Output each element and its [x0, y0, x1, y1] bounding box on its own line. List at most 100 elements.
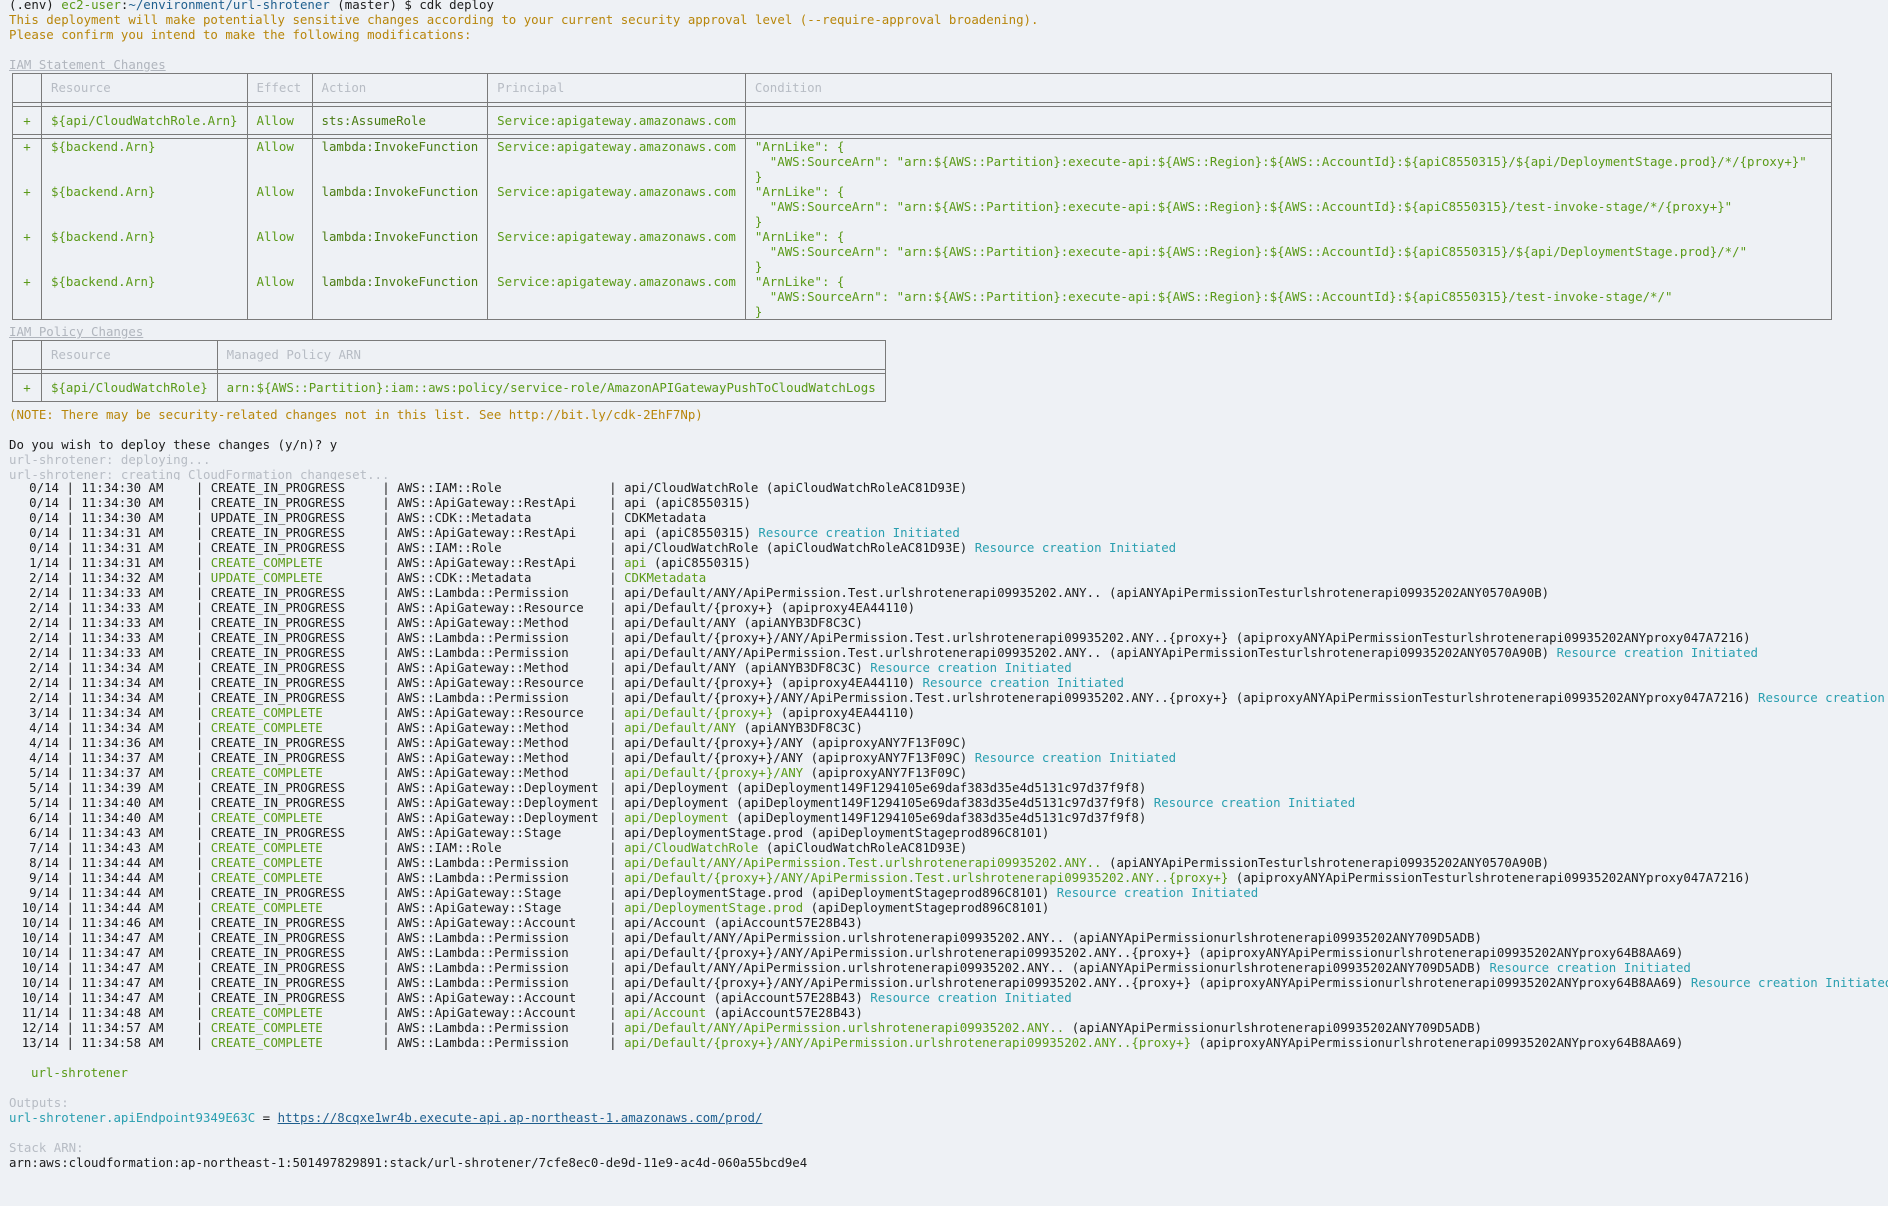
event-time: 11:34:47 AM — [81, 975, 164, 990]
column-separator: | — [59, 870, 82, 885]
column-separator: | — [188, 945, 211, 960]
physical-id: (apiAccount57E28B43) — [706, 915, 863, 930]
status-reason: Resource creation Initiated — [862, 660, 1072, 675]
logical-id: api/Default/{proxy+}/ANY/ApiPermission.u… — [624, 945, 1192, 960]
column-separator: | — [374, 930, 398, 945]
status-reason: Resource creation Initiated — [967, 750, 1177, 765]
api-endpoint-link[interactable]: https://8cqxe1wr4b.execute-api.ap-northe… — [278, 1110, 763, 1125]
column-separator: | — [188, 585, 211, 600]
event-status: CREATE_IN_PROGRESS — [210, 480, 346, 495]
progress-count: 2/14 — [29, 585, 59, 600]
logical-id: api/DeploymentStage.prod — [624, 885, 804, 900]
prompt-path: ~/environment/url-shrotener — [128, 0, 330, 12]
event-time: 11:34:47 AM — [81, 930, 164, 945]
logical-id: api/Default/{proxy+}/ANY — [624, 735, 804, 750]
resource-cell: ${backend.Arn} — [41, 229, 248, 274]
physical-id: (apiCloudWatchRoleAC81D93E) — [758, 840, 968, 855]
column-separator: | — [609, 480, 625, 495]
column-separator: | — [374, 735, 398, 750]
column-separator: | — [59, 555, 82, 570]
column-separator: | — [59, 675, 82, 690]
event-log: 0/14 | 11:34:30 AM | CREATE_IN_PROGRESS … — [9, 480, 1888, 1050]
column-separator: | — [188, 1035, 211, 1050]
physical-id: (apiproxyANYApiPermissionurlshrotenerapi… — [1191, 1035, 1684, 1050]
event-status: CREATE_IN_PROGRESS — [210, 795, 346, 810]
column-separator: | — [609, 735, 625, 750]
column-separator: | — [188, 930, 211, 945]
column-separator: | — [609, 585, 625, 600]
column-separator: | — [374, 600, 398, 615]
column-separator: | — [59, 795, 82, 810]
event-row: 2/14 | 11:34:34 AM | CREATE_IN_PROGRESS … — [9, 690, 1885, 705]
output-key: .apiEndpoint9349E63C — [105, 1110, 256, 1125]
column-separator: | — [609, 600, 625, 615]
column-separator: | — [609, 750, 625, 765]
column-separator: | — [609, 900, 625, 915]
event-row: 10/14 | 11:34:47 AM | CREATE_IN_PROGRESS… — [9, 945, 1884, 960]
column-separator: | — [374, 570, 398, 585]
prompt-branch: (master) $ — [329, 0, 420, 12]
physical-id: (apiproxyANYApiPermissionTesturlshrotene… — [1228, 630, 1751, 645]
progress-count: 2/14 — [29, 630, 59, 645]
column-separator: | — [59, 855, 82, 870]
event-time: 11:34:30 AM — [81, 510, 164, 525]
event-row: 11/14 | 11:34:48 AM | CREATE_COMPLETE | … — [9, 1005, 1884, 1020]
column-header: Condition — [744, 73, 1833, 103]
column-separator: | — [188, 915, 211, 930]
column-separator: | — [188, 720, 211, 735]
event-row: 4/14 | 11:34:37 AM | CREATE_IN_PROGRESS … — [9, 750, 1884, 765]
resource-type: AWS::IAM::Role — [397, 540, 502, 555]
progress-count: 0/14 — [29, 495, 59, 510]
change-sign: + — [12, 184, 42, 229]
resource-type: AWS::ApiGateway::Method — [397, 765, 569, 780]
table-header-row: Resource Managed Policy ARN — [12, 340, 886, 370]
column-separator: | — [374, 615, 398, 630]
event-time: 11:34:43 AM — [81, 825, 164, 840]
event-status: CREATE_IN_PROGRESS — [210, 945, 346, 960]
status-reason: Resource creation Initiated — [1549, 645, 1758, 660]
progress-count: 5/14 — [29, 795, 59, 810]
resource-type: AWS::ApiGateway::Stage — [397, 825, 562, 840]
column-separator: | — [609, 945, 625, 960]
progress-count: 4/14 — [29, 735, 59, 750]
physical-id: (apiANYApiPermissionurlshrotenerapi09935… — [1064, 960, 1482, 975]
event-row: 9/14 | 11:34:44 AM | CREATE_IN_PROGRESS … — [9, 885, 1884, 900]
effect-cell: Allow — [246, 229, 313, 274]
column-separator: | — [188, 990, 211, 1005]
column-header: Resource — [41, 73, 248, 103]
event-status: CREATE_IN_PROGRESS — [210, 930, 346, 945]
condition-cell — [744, 106, 1833, 135]
event-status: CREATE_IN_PROGRESS — [210, 975, 346, 990]
event-status: CREATE_IN_PROGRESS — [210, 630, 346, 645]
physical-id: (apiANYApiPermissionurlshrotenerapi09935… — [1064, 930, 1482, 945]
event-row: 10/14 | 11:34:47 AM | CREATE_IN_PROGRESS… — [9, 990, 1884, 1005]
column-separator: | — [609, 855, 625, 870]
event-time: 11:34:31 AM — [81, 540, 164, 555]
resource-type: AWS::Lambda::Permission — [397, 630, 569, 645]
logical-id: CDKMetadata — [624, 570, 707, 585]
column-separator: | — [374, 915, 398, 930]
physical-id: (apiproxy4EA44110) — [773, 600, 916, 615]
event-row: 2/14 | 11:34:34 AM | CREATE_IN_PROGRESS … — [9, 675, 1884, 690]
physical-id: (apiAccount57E28B43) — [706, 1005, 863, 1020]
change-sign: + — [12, 229, 42, 274]
managed-policy-arn-cell: arn:${AWS::Partition}:iam::aws:policy/se… — [216, 373, 886, 402]
column-separator: | — [374, 1035, 398, 1050]
event-row: 2/14 | 11:34:34 AM | CREATE_IN_PROGRESS … — [9, 660, 1884, 675]
column-header: Action — [311, 73, 489, 103]
physical-id: (apiDeployment149F1294105e69daf383d35e4d… — [728, 795, 1147, 810]
column-separator: | — [188, 855, 211, 870]
resource-type: AWS::Lambda::Permission — [397, 975, 569, 990]
prompt-command: cdk deploy — [419, 0, 494, 12]
event-row: 10/14 | 11:34:47 AM | CREATE_IN_PROGRESS… — [9, 975, 1888, 990]
table-row: + ${backend.Arn} Allow lambda:InvokeFunc… — [12, 138, 1833, 184]
physical-id: (apiproxyANY7F13F09C) — [803, 735, 968, 750]
logical-id: api/CloudWatchRole — [624, 540, 759, 555]
condition-cell: "ArnLike": { "AWS:SourceArn": "arn:${AWS… — [744, 274, 1833, 320]
event-time: 11:34:30 AM — [81, 495, 164, 510]
logical-id: api/Account — [624, 1005, 707, 1020]
progress-count: 7/14 — [29, 840, 59, 855]
action-cell: lambda:InvokeFunction — [311, 138, 489, 184]
column-separator: | — [609, 705, 625, 720]
resource-type: AWS::ApiGateway::Method — [397, 660, 569, 675]
